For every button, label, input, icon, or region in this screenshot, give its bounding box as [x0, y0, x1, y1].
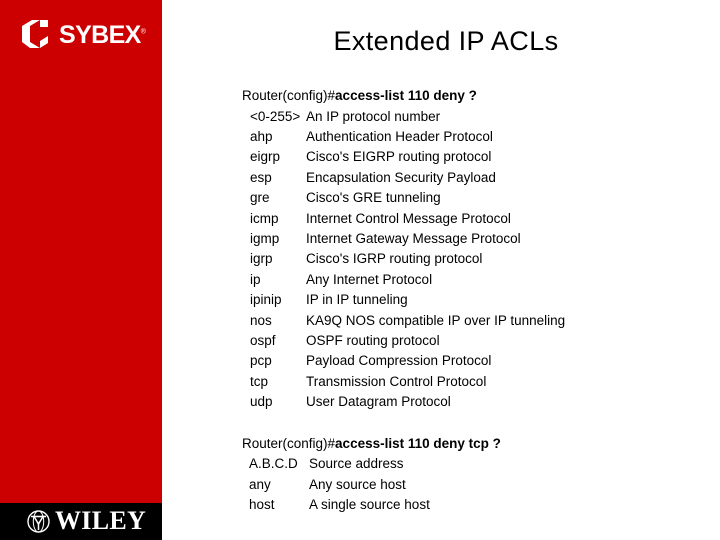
sybex-logo: SYBEX®: [18, 12, 154, 56]
cli-option-keyword: ipinip: [250, 292, 282, 308]
list-item: pcp Payload Compression Protocol: [242, 351, 712, 371]
list-item: <0-255> An IP protocol number: [242, 107, 712, 127]
cli-option-description: Payload Compression Protocol: [306, 353, 492, 369]
cli-prompt-line: Router(config)#access-list 110 deny tcp …: [242, 434, 712, 455]
list-item: tcp Transmission Control Protocol: [242, 372, 712, 392]
cli-option-keyword: igmp: [250, 230, 280, 246]
cli-option-description: IP in IP tunneling: [306, 292, 408, 308]
cli-option-description: Encapsulation Security Payload: [306, 169, 496, 185]
cli-option-keyword: eigrp: [250, 149, 281, 165]
cli-option-description: An IP protocol number: [306, 108, 441, 124]
page-title: Extended IP ACLs: [333, 26, 559, 56]
wiley-globe-icon: [26, 509, 51, 534]
cli-option-description: Any Internet Protocol: [306, 271, 433, 287]
list-item: any Any source host: [242, 475, 712, 495]
cli-option-description: OSPF routing protocol: [306, 332, 440, 348]
cli-option-description: Internet Gateway Message Protocol: [306, 230, 521, 246]
list-item: udp User Datagram Protocol: [242, 392, 712, 412]
cli-option-keyword: icmp: [250, 210, 279, 226]
cli-option-keyword: esp: [250, 169, 272, 185]
cli-option-keyword: ip: [250, 271, 261, 287]
cli-option-description: KA9Q NOS compatible IP over IP tunneling: [306, 312, 566, 328]
cli-option-description: Cisco's EIGRP routing protocol: [306, 149, 492, 165]
list-item: nos KA9Q NOS compatible IP over IP tunnel…: [242, 311, 712, 331]
list-item: ipinip IP in IP tunneling: [242, 290, 712, 310]
list-item: esp Encapsulation Security Payload: [242, 168, 712, 188]
brand-red-panel: [0, 0, 162, 503]
list-item: icmp Internet Control Message Protocol: [242, 209, 712, 229]
cli-option-description: Any source host: [309, 476, 406, 492]
cli-option-keyword: nos: [250, 312, 272, 328]
list-item: ospf OSPF routing protocol: [242, 331, 712, 351]
cli-prompt-line: Router(config)#access-list 110 deny ?: [242, 86, 712, 107]
cli-option-description: User Datagram Protocol: [306, 394, 451, 410]
cli-option-list: A.B.C.D Source address any Any source host…: [242, 454, 712, 515]
sybex-cube-icon: [18, 17, 52, 51]
cli-output-area: Router(config)#access-list 110 deny ? <0…: [242, 86, 712, 515]
cli-option-keyword: udp: [250, 394, 273, 410]
list-item: host A single source host: [242, 495, 712, 515]
cli-option-description: A single source host: [309, 496, 430, 512]
cli-option-description: Internet Control Message Protocol: [306, 210, 511, 226]
list-item: igmp Internet Gateway Message Protocol: [242, 229, 712, 249]
wiley-logo: WILEY: [26, 507, 146, 535]
cli-option-keyword: A.B.C.D: [249, 456, 298, 472]
cli-command-text: access-list 110 deny tcp ?: [335, 435, 501, 451]
cli-option-description: Cisco's IGRP routing protocol: [306, 251, 483, 267]
cli-option-keyword: ahp: [250, 128, 273, 144]
sybex-wordmark-text: SYBEX: [59, 20, 141, 49]
cli-block-protocols: Router(config)#access-list 110 deny ? <0…: [242, 86, 712, 413]
cli-option-keyword: pcp: [250, 353, 272, 369]
cli-option-description: Authentication Header Protocol: [306, 128, 493, 144]
cli-prompt-text: Router(config)#: [242, 435, 336, 451]
cli-block-source: Router(config)#access-list 110 deny tcp …: [242, 434, 712, 516]
cli-command-text: access-list 110 deny ?: [335, 88, 477, 103]
cli-option-description: Source address: [309, 456, 404, 472]
list-item: igrp Cisco's IGRP routing protocol: [242, 249, 712, 269]
cli-option-keyword: any: [249, 476, 271, 492]
cli-option-keyword: <0-255>: [250, 108, 301, 124]
cli-prompt-text: Router(config)#: [242, 88, 336, 103]
list-item: A.B.C.D Source address: [242, 454, 712, 474]
list-item: ahp Authentication Header Protocol: [242, 127, 712, 147]
sybex-wordmark: SYBEX®: [59, 20, 146, 49]
cli-option-keyword: igrp: [250, 251, 273, 267]
list-item: eigrp Cisco's EIGRP routing protocol: [242, 147, 712, 167]
cli-option-keyword: ospf: [250, 332, 276, 348]
cli-option-description: Cisco's GRE tunneling: [306, 190, 441, 206]
cli-option-keyword: host: [249, 496, 275, 512]
cli-option-list: <0-255> An IP protocol number ahp Authenti…: [242, 107, 712, 413]
cli-option-keyword: tcp: [250, 373, 269, 389]
cli-option-keyword: gre: [250, 190, 270, 206]
wiley-wordmark: WILEY: [55, 506, 147, 535]
list-item: ip Any Internet Protocol: [242, 270, 712, 290]
brand-sidebar: SYBEX® WILEY: [0, 0, 162, 540]
sybex-registered-mark: ®: [140, 28, 146, 36]
cli-option-description: Transmission Control Protocol: [306, 373, 487, 389]
list-item: gre Cisco's GRE tunneling: [242, 188, 712, 208]
